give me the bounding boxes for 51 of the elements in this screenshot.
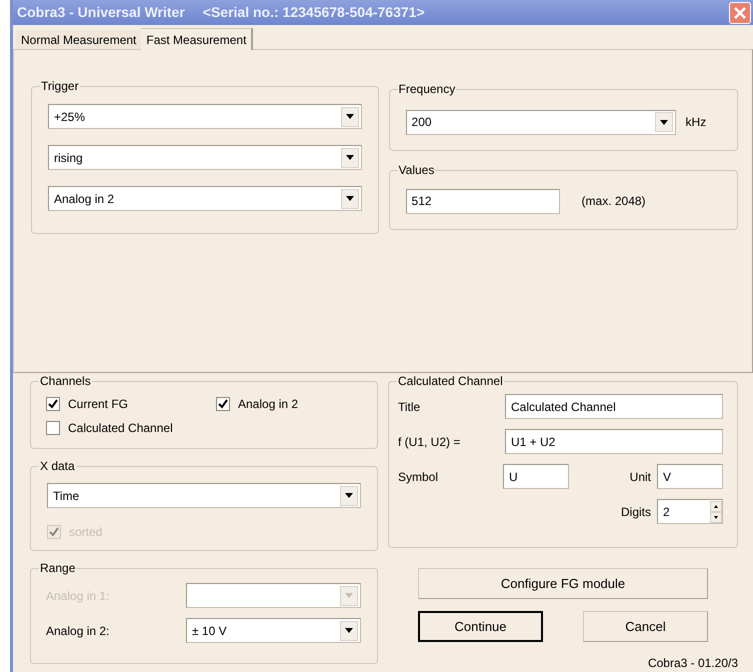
- close-button[interactable]: [729, 2, 751, 24]
- range-label: Analog in 2:: [46, 622, 110, 640]
- dropdown[interactable]: ± 10 V: [186, 618, 361, 643]
- tab[interactable]: Normal Measurement: [16, 30, 142, 50]
- group-title: Range: [39, 561, 76, 575]
- group-title: X data: [39, 459, 76, 473]
- checkbox[interactable]: [216, 397, 230, 411]
- close-icon: [734, 6, 746, 19]
- checkbox[interactable]: [46, 397, 60, 411]
- input-field[interactable]: Calculated Channel: [505, 394, 723, 419]
- caret-icon: [346, 114, 354, 120]
- field-label: Digits: [620, 504, 651, 518]
- caret-icon: [346, 155, 354, 160]
- group-title: Calculated Channel: [397, 374, 504, 388]
- spinner-arrows-icon: [710, 500, 722, 522]
- checkbox-label: Current FG: [68, 396, 128, 413]
- dialog-button[interactable]: Cancel: [583, 611, 708, 642]
- input-field[interactable]: V: [657, 464, 723, 489]
- caret-icon: [345, 593, 353, 598]
- caret-icon: [346, 196, 354, 202]
- group-title: Values: [398, 163, 436, 178]
- checkbox-label: Calculated Channel: [68, 420, 173, 437]
- caret-icon: [345, 628, 353, 633]
- tab[interactable]: Fast Measurement: [141, 28, 254, 50]
- dropdown[interactable]: rising: [48, 145, 362, 170]
- group-title: Frequency: [398, 82, 456, 96]
- window-title: Cobra3 - Universal Writer: [17, 3, 185, 22]
- group-title: Channels: [39, 374, 92, 388]
- dropdown[interactable]: +25%: [48, 104, 362, 130]
- field-label: Title: [398, 398, 420, 416]
- caret-icon: [345, 493, 353, 498]
- version-text: Cobra3 - 01.20/3: [648, 655, 738, 672]
- hint-text: (max. 2048): [582, 193, 646, 210]
- serial-number: <Serial no.: 12345678-504-76371>: [202, 3, 425, 22]
- field-label: Unit: [630, 470, 651, 484]
- dropdown[interactable]: Time: [47, 483, 361, 508]
- field-label: f (U1, U2) =: [398, 434, 460, 450]
- dialog-button[interactable]: Continue: [418, 611, 543, 642]
- input-field[interactable]: U1 + U2: [505, 429, 723, 454]
- dropdown[interactable]: Analog in 2: [48, 186, 362, 212]
- input-field[interactable]: U: [503, 464, 569, 489]
- unit-label: kHz: [686, 114, 706, 132]
- configure-button[interactable]: Configure FG module: [418, 568, 708, 599]
- spin-field[interactable]: 2: [657, 499, 723, 524]
- field-label: Symbol: [398, 470, 438, 484]
- input-field[interactable]: 512: [406, 188, 560, 214]
- checkbox-label: Analog in 2: [238, 396, 298, 413]
- dropdown[interactable]: 200: [406, 110, 676, 135]
- caret-icon: [660, 120, 668, 125]
- checkbox[interactable]: [46, 421, 60, 435]
- group-title: Trigger: [40, 79, 80, 94]
